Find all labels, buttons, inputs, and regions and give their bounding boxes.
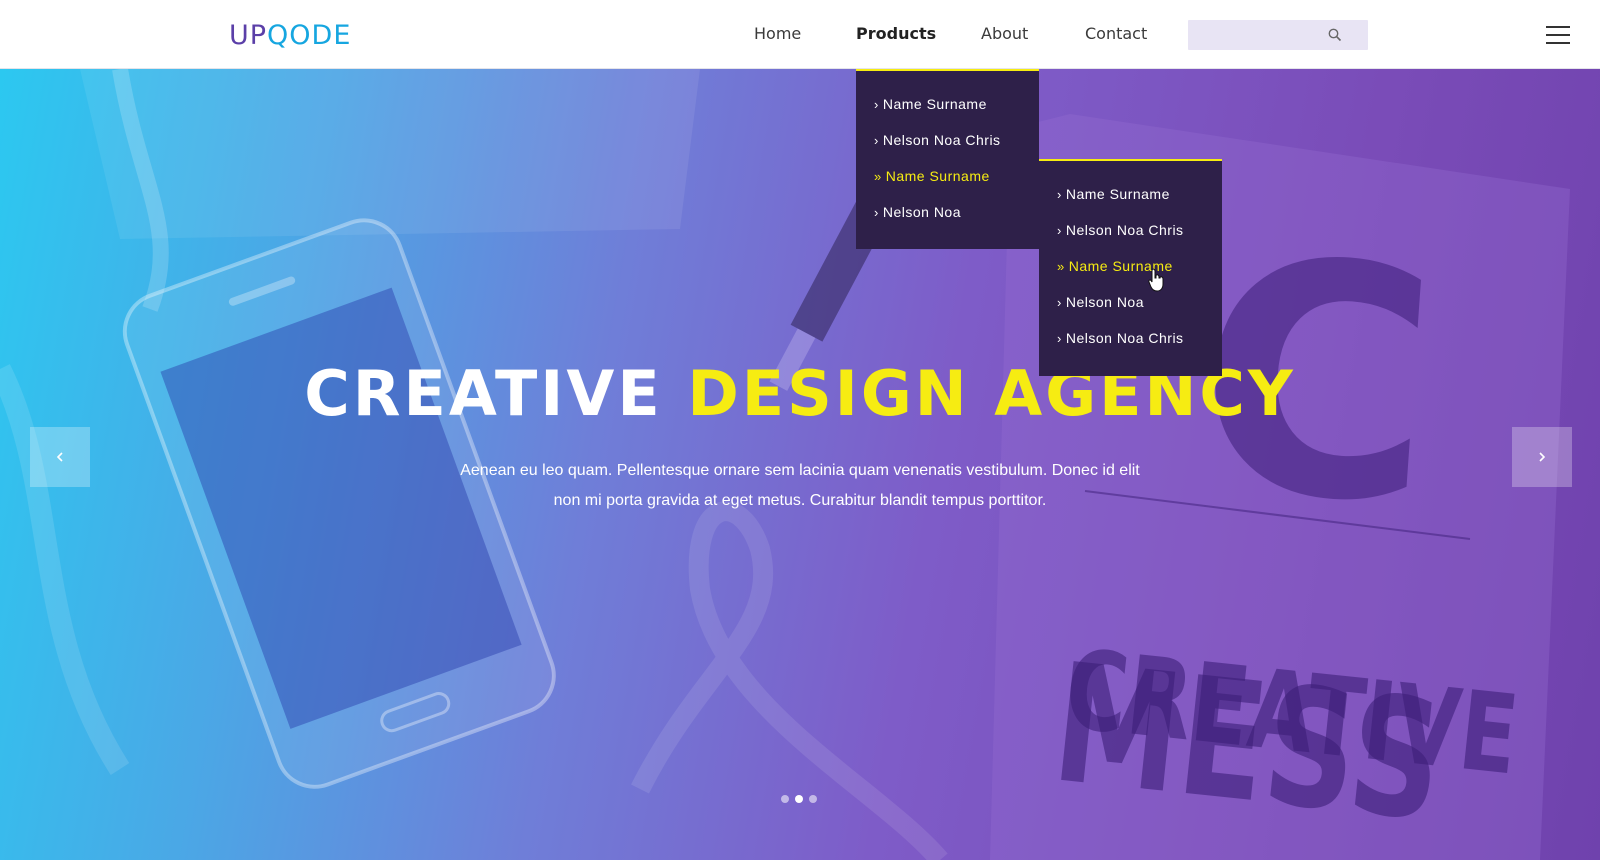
hamburger-icon[interactable] bbox=[1546, 26, 1570, 44]
slider-pagination bbox=[781, 795, 817, 803]
chevron-right-icon: › bbox=[874, 133, 879, 148]
chevron-right-icon: › bbox=[1057, 295, 1062, 310]
site-header: UP QODE Home Products About Contact bbox=[0, 0, 1600, 69]
dropdown-item-1[interactable]: › Name Surname bbox=[874, 96, 987, 112]
logo-part-up: UP bbox=[229, 19, 268, 51]
dropdown-item-4[interactable]: › Nelson Noa bbox=[874, 204, 961, 220]
search-input[interactable] bbox=[1188, 20, 1328, 50]
logo[interactable]: UP QODE bbox=[229, 19, 351, 51]
chevron-left-icon bbox=[56, 452, 63, 462]
submenu-item-2[interactable]: › Nelson Noa Chris bbox=[1057, 222, 1184, 238]
slider-dot-3[interactable] bbox=[809, 795, 817, 803]
nav-about[interactable]: About bbox=[981, 24, 1028, 43]
chevron-right-icon: › bbox=[1057, 331, 1062, 346]
hero-text-line-2: non mi porta gravida at eget metus. Cura… bbox=[553, 492, 1047, 509]
slider-dot-2[interactable] bbox=[795, 795, 803, 803]
chevron-right-icon: › bbox=[874, 97, 879, 112]
double-chevron-right-icon: » bbox=[1057, 259, 1065, 274]
slider-next-button[interactable] bbox=[1512, 427, 1572, 487]
search-box bbox=[1188, 20, 1368, 50]
submenu-item-4[interactable]: › Nelson Noa bbox=[1057, 294, 1144, 310]
hero-text-line-1: Aenean eu leo quam. Pellentesque ornare … bbox=[460, 462, 1140, 479]
hero-slider: C CREATIVE MESS CREATIVE DESIGN AGENCY A… bbox=[0, 69, 1600, 860]
slider-prev-button[interactable] bbox=[30, 427, 90, 487]
products-submenu: › Name Surname › Nelson Noa Chris » Name Su… bbox=[1039, 159, 1222, 376]
submenu-item-1[interactable]: › Name Surname bbox=[1057, 186, 1170, 202]
chevron-right-icon: › bbox=[874, 205, 879, 220]
nav-products[interactable]: Products bbox=[856, 24, 936, 43]
dropdown-item-3[interactable]: » Name Surname bbox=[874, 168, 990, 184]
slider-dot-1[interactable] bbox=[781, 795, 789, 803]
hero-title: CREATIVE DESIGN AGENCY bbox=[0, 357, 1600, 430]
search-icon[interactable] bbox=[1328, 28, 1342, 42]
submenu-item-5[interactable]: › Nelson Noa Chris bbox=[1057, 330, 1184, 346]
chevron-right-icon: › bbox=[1057, 223, 1062, 238]
logo-part-qode: QODE bbox=[267, 19, 352, 51]
chevron-right-icon bbox=[1539, 452, 1546, 462]
dropdown-item-2[interactable]: › Nelson Noa Chris bbox=[874, 132, 1001, 148]
svg-text:MESS: MESS bbox=[1046, 628, 1451, 858]
products-dropdown: › Name Surname › Nelson Noa Chris » Name Su… bbox=[856, 69, 1039, 249]
hand-cursor-icon bbox=[1148, 268, 1164, 292]
hero-title-white: CREATIVE bbox=[304, 357, 663, 430]
hero-description: Aenean eu leo quam. Pellentesque ornare … bbox=[430, 456, 1170, 516]
nav-contact[interactable]: Contact bbox=[1085, 24, 1147, 43]
nav-home[interactable]: Home bbox=[754, 24, 801, 43]
chevron-right-icon: › bbox=[1057, 187, 1062, 202]
double-chevron-right-icon: » bbox=[874, 169, 882, 184]
